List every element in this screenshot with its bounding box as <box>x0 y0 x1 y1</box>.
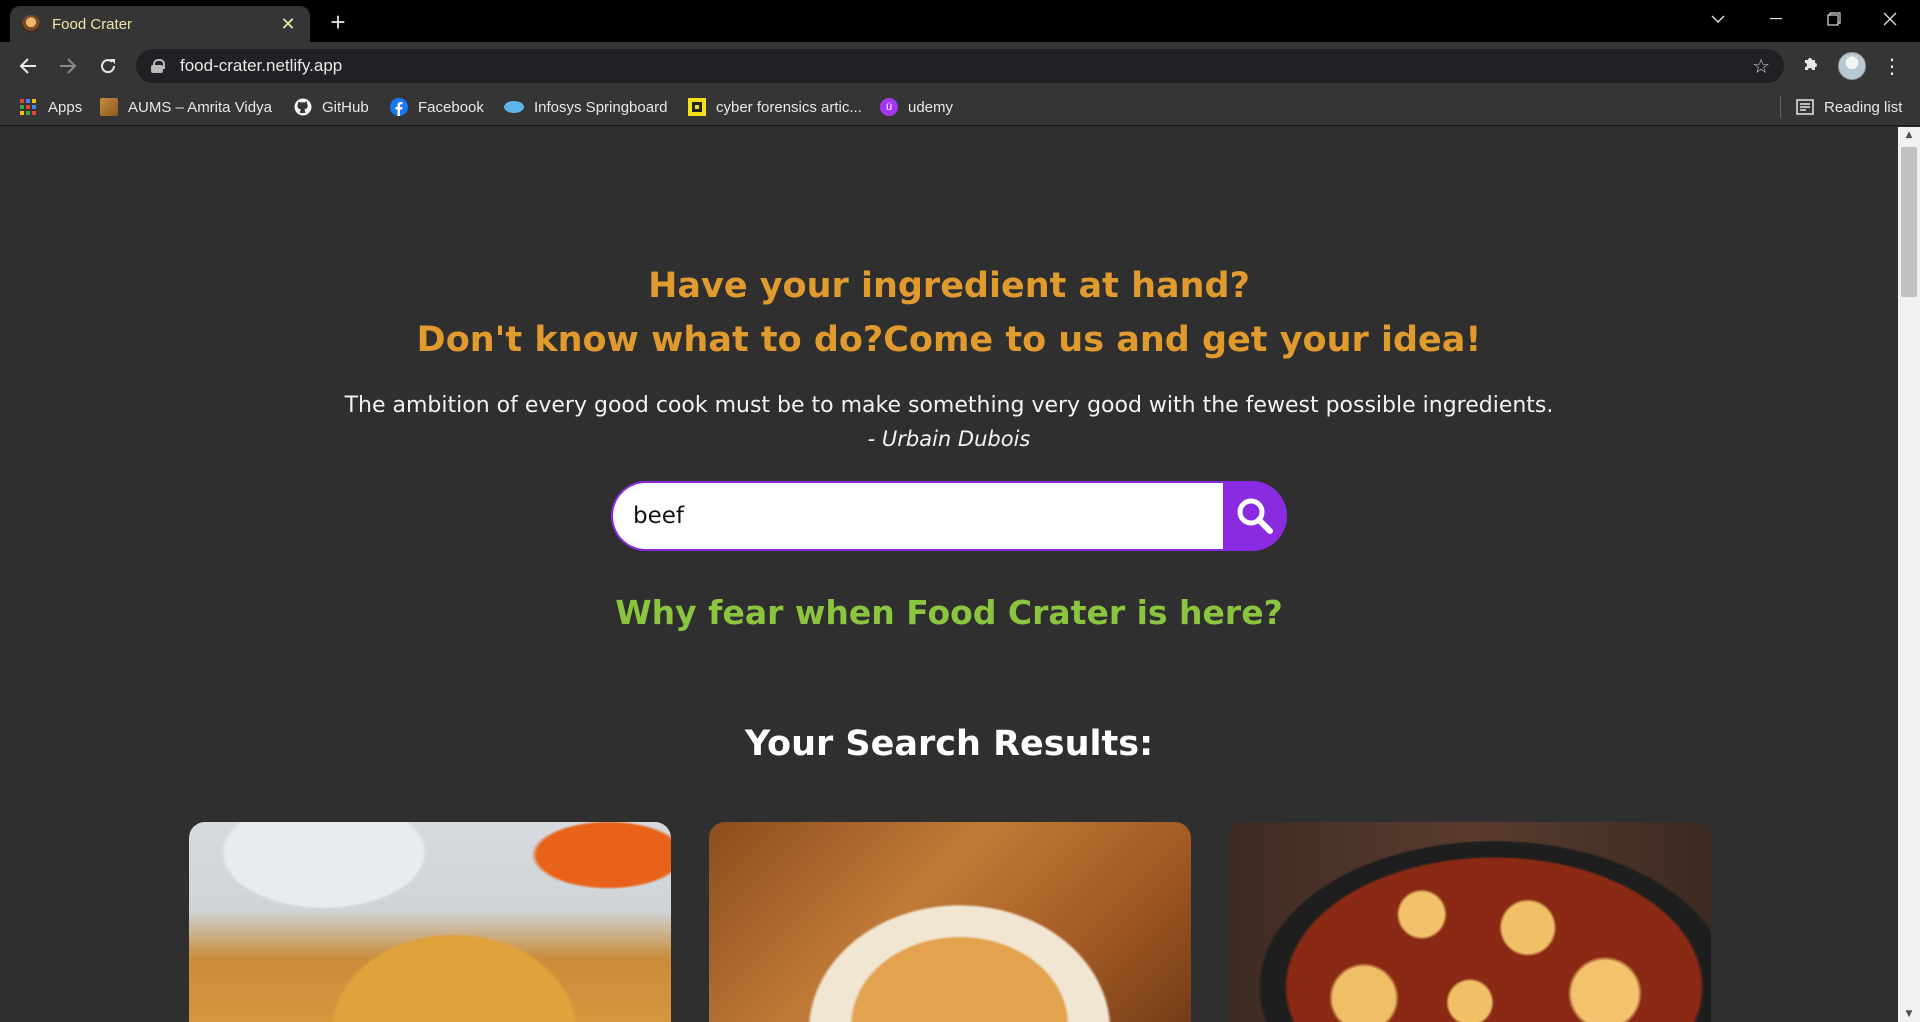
bookmark-cyber-forensics[interactable]: cyber forensics artic... <box>688 88 862 126</box>
bookmarks-divider <box>1780 96 1781 118</box>
bookmark-aums[interactable]: AUMS – Amrita Vidya <box>100 88 272 126</box>
infosys-icon <box>504 101 524 113</box>
browser-menu-icon[interactable]: ⋮ <box>1880 50 1904 82</box>
minimize-button[interactable] <box>1748 0 1804 38</box>
browser-toolbar: food-crater.netlify.app ☆ ⋮ <box>0 42 1920 88</box>
tagline: Why fear when Food Crater is here? <box>615 593 1283 632</box>
recipe-search-form <box>611 481 1287 551</box>
tab-close-icon[interactable]: ✕ <box>278 14 298 35</box>
restore-button[interactable] <box>1806 0 1862 38</box>
new-tab-button[interactable]: + <box>324 8 352 36</box>
bookmark-star-icon[interactable]: ☆ <box>1752 54 1770 78</box>
browser-titlebar: Food Crater ✕ + <box>0 0 1920 42</box>
bookmark-label: cyber forensics artic... <box>716 98 862 116</box>
tab-search-chevron-icon[interactable] <box>1690 0 1746 38</box>
reading-list-label: Reading list <box>1824 98 1903 116</box>
facebook-icon <box>390 98 408 116</box>
search-button[interactable] <box>1223 481 1287 551</box>
bookmark-label: Facebook <box>418 98 484 116</box>
reading-list-button[interactable]: Reading list <box>1796 88 1902 126</box>
tab-title: Food Crater <box>52 15 133 33</box>
bookmark-facebook[interactable]: Facebook <box>390 88 484 126</box>
address-bar[interactable]: food-crater.netlify.app ☆ <box>136 49 1784 83</box>
github-icon <box>294 98 312 116</box>
quote-text: The ambition of every good cook must be … <box>344 393 1554 418</box>
url-text[interactable]: food-crater.netlify.app <box>180 56 1752 76</box>
reload-button[interactable] <box>92 50 124 82</box>
lock-icon <box>150 59 165 73</box>
reading-list-icon <box>1796 98 1814 116</box>
headline-line-1: Have your ingredient at hand? <box>648 266 1250 306</box>
ingredient-search-input[interactable] <box>611 481 1227 551</box>
quote-author: - Urbain Dubois <box>867 427 1031 451</box>
bookmark-label: GitHub <box>322 98 369 116</box>
scrollbar-thumb[interactable] <box>1901 147 1917 297</box>
result-card-beef-stew-dumplings-photo[interactable] <box>1229 822 1711 1022</box>
results-heading: Your Search Results: <box>744 724 1154 764</box>
scroll-down-arrow-icon[interactable]: ▼ <box>1898 1006 1920 1022</box>
bookmark-apps[interactable]: Apps <box>20 88 82 126</box>
profile-avatar[interactable] <box>1838 52 1866 80</box>
page-scrollbar[interactable]: ▲ ▼ <box>1898 127 1920 1022</box>
apps-grid-icon <box>20 99 36 115</box>
result-card-beef-pie-photo[interactable] <box>709 822 1191 1022</box>
search-icon <box>1237 498 1273 534</box>
bookmark-label: udemy <box>908 98 954 116</box>
udemy-icon: ü <box>880 98 898 116</box>
bookmark-github[interactable]: GitHub <box>294 88 369 126</box>
food-crater-favicon-icon <box>22 15 40 33</box>
bookmark-label: AUMS – Amrita Vidya <box>128 98 272 116</box>
bookmark-infosys[interactable]: Infosys Springboard <box>504 88 667 126</box>
bookmark-label: Infosys Springboard <box>534 98 668 116</box>
forward-button[interactable] <box>52 50 84 82</box>
bookmark-udemy[interactable]: ü udemy <box>880 88 953 126</box>
close-window-button[interactable] <box>1862 0 1918 38</box>
result-card-chicken-pie-photo[interactable] <box>189 822 671 1022</box>
aums-icon <box>100 98 118 116</box>
headline-line-2: Don't know what to do?Come to us and get… <box>416 320 1482 360</box>
browser-tab[interactable]: Food Crater ✕ <box>10 6 310 42</box>
cyber-forensics-icon <box>688 98 706 116</box>
bookmark-label: Apps <box>48 98 83 116</box>
scroll-up-arrow-icon[interactable]: ▲ <box>1898 127 1920 143</box>
page-content: Have your ingredient at hand? Don't know… <box>0 127 1898 1022</box>
bookmarks-bar: Apps AUMS – Amrita Vidya GitHub Facebook… <box>0 88 1920 126</box>
extensions-puzzle-icon[interactable] <box>1800 54 1822 76</box>
back-button[interactable] <box>12 50 44 82</box>
